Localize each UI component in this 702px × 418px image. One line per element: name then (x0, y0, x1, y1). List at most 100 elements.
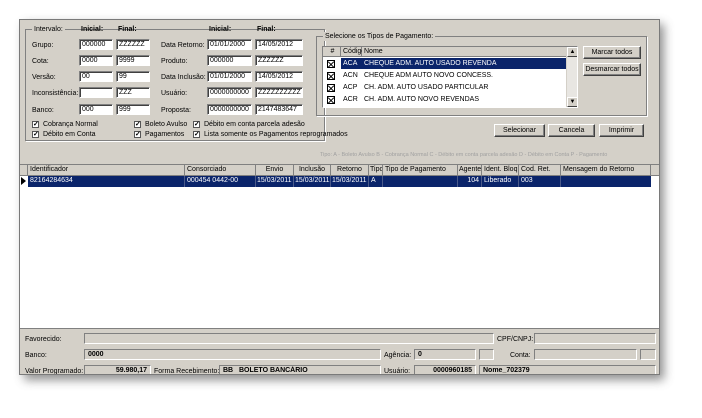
banco-label: Banco: (25, 352, 47, 359)
version-final-input[interactable]: 99 (116, 71, 150, 82)
cell-consorciado: 000454 0442-00 (185, 176, 256, 187)
checked-box-icon[interactable] (327, 60, 335, 68)
list-header-name[interactable]: Nome (362, 47, 567, 57)
list-item[interactable]: ACA CHEQUE ADM. AUTO USADO REVENDA (323, 58, 567, 70)
table-row[interactable]: 82164284634 000454 0442-00 15/03/2011 15… (28, 176, 651, 187)
banco-field: 0000 (84, 349, 381, 360)
debito-parcela-adesao-label: Débito em conta parcela adesão (204, 121, 305, 128)
proposal-final-input[interactable]: 2147483647 (255, 104, 303, 115)
proposal-initial-input[interactable]: 0000000000 (207, 104, 252, 115)
forma-label: Forma Recebimento: (154, 368, 220, 375)
grid-header-ident-bloq[interactable]: Ident. Bloq. (482, 165, 519, 176)
lista-reprogramados-checkbox[interactable] (193, 131, 200, 138)
quota-label: Cota: (32, 58, 49, 65)
group-label: Grupo: (32, 42, 54, 49)
inconsistency-label: Inconsistência: (32, 90, 79, 97)
list-item[interactable]: ACR CH. ADM. AUTO NOVO REVENDAS (323, 94, 567, 106)
group-final-input[interactable]: ZZZZZZ (116, 39, 150, 50)
grid-header-retorno[interactable]: Retorno (331, 165, 369, 176)
cpf-field (534, 333, 656, 344)
forma-value: BOLETO BANCÁRIO (238, 367, 308, 374)
forma-field: BB BOLETO BANCÁRIO (219, 365, 381, 374)
list-scrollbar[interactable]: ▲ ▼ (566, 47, 577, 107)
cell-tipo: A (369, 176, 383, 187)
return-date-final-input[interactable]: 14/05/2012 (255, 39, 303, 50)
grid-header-agente[interactable]: Agente (458, 165, 482, 176)
inclusion-date-initial-input[interactable]: 01/01/2000 (207, 71, 252, 82)
grid-header-inclusao[interactable]: Inclusão (294, 165, 331, 176)
scroll-down-icon[interactable]: ▼ (567, 97, 577, 107)
pagamentos-checkbox[interactable] (134, 131, 141, 138)
pagamentos-label: Pagamentos (145, 131, 185, 138)
list-item-code: ACP (343, 84, 358, 91)
cancel-button[interactable]: Cancela (548, 124, 595, 137)
valor-field: 59.980,17 (84, 365, 151, 374)
select-button[interactable]: Selecionar (494, 124, 545, 137)
agencia-label: Agência: (384, 352, 412, 359)
grid-header-consorciado[interactable]: Consorciado (185, 165, 256, 176)
row-pointer-icon (21, 177, 26, 185)
cobranca-normal-checkbox[interactable] (32, 121, 39, 128)
grid-header-filler (651, 165, 659, 176)
checked-box-icon[interactable] (327, 96, 335, 104)
list-header-check: # (323, 47, 341, 57)
favorecido-field (84, 333, 494, 344)
final-header-2: Final: (257, 26, 276, 33)
return-date-initial-input[interactable]: 01/01/2000 (207, 39, 252, 50)
bank-label: Banco: (32, 107, 54, 114)
cell-identificador: 82164284634 (28, 176, 185, 187)
cobranca-normal-label: Cobrança Normal (43, 121, 98, 128)
product-initial-input[interactable]: 000000 (207, 55, 252, 66)
grid-header-identificador[interactable]: Identificador (28, 165, 185, 176)
debito-em-conta-checkbox[interactable] (32, 131, 39, 138)
inclusion-date-final-input[interactable]: 14/05/2012 (255, 71, 303, 82)
grid-header-tipo-pagamento[interactable]: Tipo de Pagamento (383, 165, 458, 176)
checked-box-icon[interactable] (327, 72, 335, 80)
print-button[interactable]: Imprimir (599, 124, 644, 137)
product-final-input[interactable]: ZZZZZZ (255, 55, 303, 66)
group-initial-input[interactable]: 000000 (79, 39, 113, 50)
results-grid[interactable]: Identificador Consorciado Envio Inclusão… (20, 164, 659, 328)
grid-header-cod-ret[interactable]: Cod. Ret. (519, 165, 561, 176)
agencia-dv-field (479, 349, 494, 360)
grid-header-envio[interactable]: Envio (256, 165, 294, 176)
user-final-input[interactable]: ZZZZZZZZZZ (255, 87, 303, 98)
list-item-name: CHEQUE ADM AUTO NOVO CONCESS. (364, 72, 494, 79)
debito-parcela-adesao-checkbox[interactable] (193, 121, 200, 128)
usuario-id-field: 0000960185 (414, 365, 476, 374)
list-header-code[interactable]: Código (341, 47, 365, 57)
inconsistency-initial-input[interactable] (79, 87, 113, 98)
payment-types-list[interactable]: # Código Nome ACA CHEQUE ADM. AUTO USADO… (322, 46, 578, 108)
cell-envio: 15/03/2011 (256, 176, 294, 187)
payment-types-caption: Selecione os Tipos de Pagamento: (323, 32, 436, 41)
cell-agente: 104 (458, 176, 482, 187)
list-item-name: CHEQUE ADM. AUTO USADO REVENDA (362, 58, 567, 69)
grid-header-mensagem[interactable]: Mensagem do Retorno (561, 165, 651, 176)
checked-box-icon[interactable] (327, 84, 335, 92)
list-item-code: ACR (343, 96, 358, 103)
scroll-up-icon[interactable]: ▲ (567, 47, 577, 57)
interval-label: Intervalo: (32, 25, 65, 34)
user-initial-input[interactable]: 0000000000 (207, 87, 252, 98)
mark-all-button[interactable]: Marcar todos (583, 46, 641, 59)
boleto-avulso-checkbox[interactable] (134, 121, 141, 128)
list-item[interactable]: ACP CH. ADM. AUTO USADO PARTICULAR (323, 82, 567, 94)
version-initial-input[interactable]: 00 (79, 71, 113, 82)
grid-header-tipo[interactable]: Tipo (369, 165, 383, 176)
bank-initial-input[interactable]: 000 (79, 104, 113, 115)
type-legend: Tipo: A - Boleto Avulso B - Cobrança Nor… (320, 152, 608, 158)
payment-query-window: Intervalo: Inicial: Final: Inicial: Fina… (19, 19, 660, 375)
quota-final-input[interactable]: 9999 (116, 55, 150, 66)
bank-final-input[interactable]: 999 (116, 104, 150, 115)
cell-inclusao: 15/03/2011 (294, 176, 331, 187)
cpf-label: CPF/CNPJ: (497, 336, 534, 343)
version-label: Versão: (32, 74, 56, 81)
return-date-label: Data Retorno: (161, 42, 205, 49)
list-item-code: ACA (341, 58, 362, 69)
initial-header-2: Inicial: (209, 26, 232, 33)
agencia-field: 0 (414, 349, 476, 360)
unmark-all-button[interactable]: Desmarcar todos (583, 63, 641, 76)
inconsistency-final-input[interactable]: ZZZ (116, 87, 150, 98)
list-item[interactable]: ACN CHEQUE ADM AUTO NOVO CONCESS. (323, 70, 567, 82)
quota-initial-input[interactable]: 0000 (79, 55, 113, 66)
